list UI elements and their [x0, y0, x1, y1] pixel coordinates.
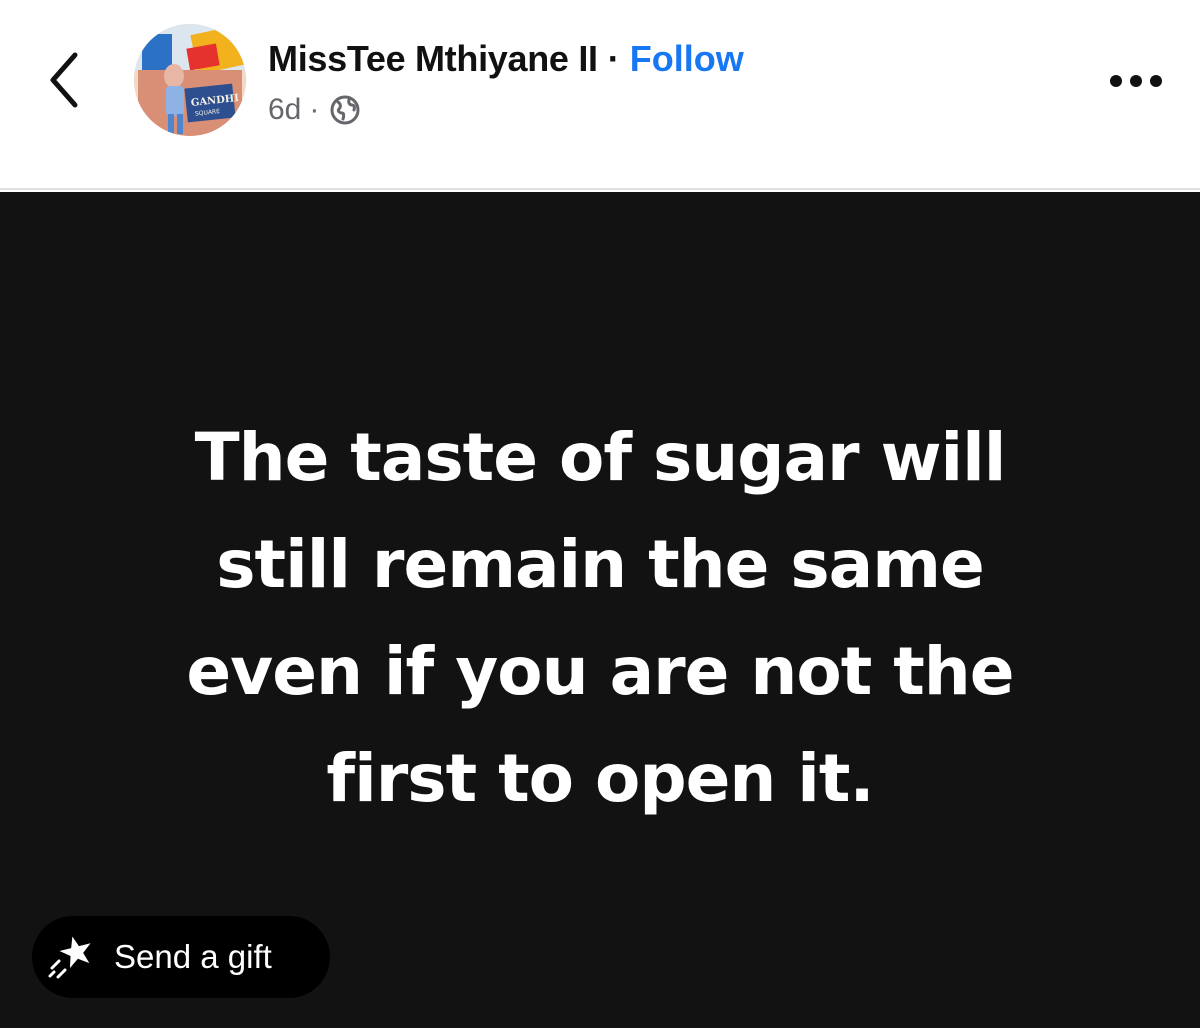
name-separator: · — [607, 38, 620, 79]
author-line: MissTee Mthiyane II · Follow — [268, 36, 744, 82]
avatar-photo: GANDHI SQUARE — [134, 24, 246, 136]
chevron-left-icon — [50, 52, 78, 108]
author-name[interactable]: MissTee Mthiyane II — [268, 38, 598, 80]
more-options-button[interactable] — [1096, 56, 1176, 106]
post-timestamp[interactable]: 6d — [268, 93, 301, 127]
more-horizontal-icon — [1110, 75, 1162, 87]
send-gift-label: Send a gift — [114, 938, 272, 975]
follow-button[interactable]: Follow — [630, 38, 744, 80]
send-gift-button[interactable]: Send a gift — [32, 916, 330, 998]
quote-line: The taste of sugar will — [194, 419, 1007, 496]
post-meta: 6d · — [268, 90, 361, 130]
post-image[interactable]: The taste of sugar will still remain the… — [0, 192, 1200, 1028]
globe-icon — [329, 94, 361, 126]
post-header: GANDHI SQUARE MissTee Mthiyane II · Foll… — [0, 0, 1200, 190]
quote-line: even if you are not the — [186, 633, 1014, 710]
sparkle-gift-icon — [46, 934, 96, 980]
header-divider — [0, 188, 1200, 190]
quote-line: first to open it. — [326, 740, 874, 817]
back-button[interactable] — [36, 48, 92, 112]
avatar[interactable]: GANDHI SQUARE — [134, 24, 246, 136]
meta-separator: · — [309, 93, 320, 126]
bottom-edge — [0, 1028, 1200, 1036]
quote-text: The taste of sugar will still remain the… — [60, 404, 1140, 832]
quote-line: still remain the same — [216, 526, 985, 603]
